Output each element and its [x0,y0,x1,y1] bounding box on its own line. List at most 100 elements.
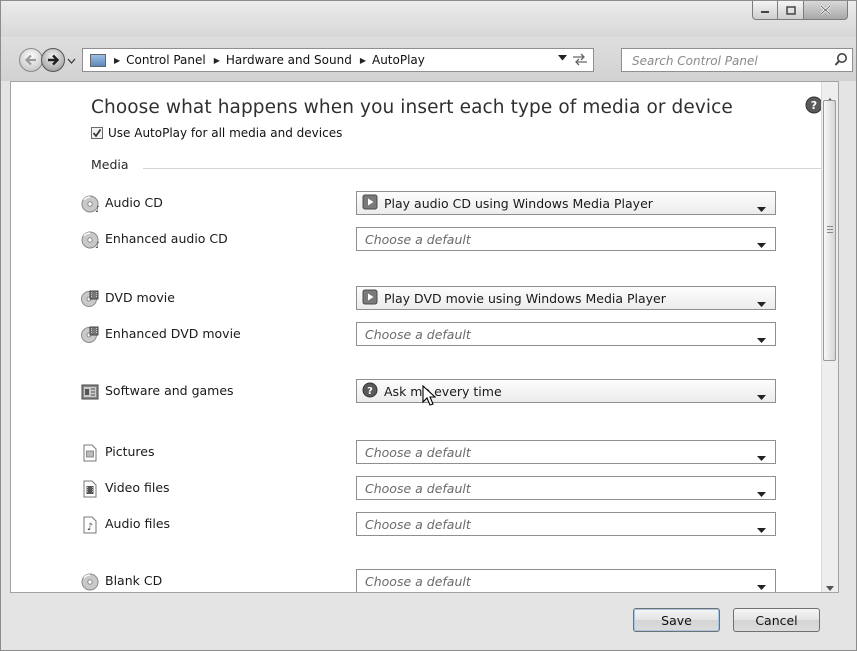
mouse-cursor-icon [422,384,437,411]
action-dropdown[interactable]: Choose a default [356,227,776,251]
back-button[interactable] [19,48,43,72]
search-box[interactable] [621,48,853,72]
dropdown-value: Play audio CD using Windows Media Player [384,195,653,211]
close-button[interactable] [804,1,848,20]
address-bar[interactable]: ▶ Control Panel ▶ Hardware and Sound ▶ A… [82,48,594,72]
media-row-enhanced-dvd-movie: Enhanced DVD movie Choose a default [81,322,781,346]
close-icon [820,5,831,15]
caption-buttons [752,1,848,22]
use-autoplay-checkbox[interactable] [91,127,103,139]
action-dropdown[interactable]: Choose a default [356,569,776,592]
main-content: Choose what happens when you insert each… [10,81,839,593]
question-icon: ? [362,382,378,401]
media-row-blank-cd: Blank CD Choose a default [81,569,781,592]
action-dropdown[interactable]: Choose a default [356,512,776,536]
svg-text:?: ? [811,99,817,112]
action-dropdown[interactable]: Choose a default [356,322,776,346]
refresh-icon [573,53,587,66]
chevron-down-icon [757,522,766,537]
breadcrumb-autoplay[interactable]: AutoPlay [372,53,425,67]
enhanced-audio-cd-icon: ♪ [81,231,101,253]
back-arrow-icon [24,54,36,66]
breadcrumb-hardware-and-sound[interactable]: Hardware and Sound [226,53,352,67]
blank-cd-icon [81,573,99,592]
chevron-down-icon [757,237,766,252]
grip-icon [827,226,833,233]
media-label: Pictures [105,444,155,459]
search-input[interactable] [630,50,824,72]
video-files-icon [81,480,99,502]
svg-text:♪: ♪ [95,241,99,249]
enhanced-dvd-movie-icon [81,326,99,348]
action-dropdown[interactable]: Play DVD movie using Windows Media Playe… [356,286,776,310]
media-row-audio-cd: ♪ Audio CD Play audio CD using Windows M… [81,191,781,215]
breadcrumb-separator-icon: ▶ [359,55,366,65]
chevron-down-icon [757,389,766,404]
dvd-movie-icon [81,290,99,312]
media-row-dvd-movie: DVD movie Play DVD movie using Windows M… [81,286,781,310]
checkmark-icon [92,129,102,138]
media-label: Audio CD [105,195,163,210]
svg-text:?: ? [367,386,373,397]
refresh-button[interactable] [571,51,589,71]
recent-pages-dropdown[interactable] [67,57,76,67]
save-button[interactable]: Save [633,608,720,632]
media-label: Software and games [105,383,234,398]
chevron-down-icon [757,450,766,465]
scroll-thumb[interactable] [823,100,836,361]
address-dropdown-button[interactable] [558,54,567,64]
footer-bar: Save Cancel [1,593,856,650]
audio-cd-icon: ♪ [81,195,101,217]
dropdown-value: Choose a default [365,516,471,532]
pictures-icon [81,444,99,466]
media-label: Audio files [105,516,171,531]
dropdown-value: Play DVD movie using Windows Media Playe… [384,290,666,306]
media-label: Blank CD [105,573,163,588]
dropdown-value: Choose a default [365,231,471,247]
action-dropdown[interactable]: Choose a default [356,476,776,500]
chevron-down-icon [757,486,766,501]
forward-arrow-icon [48,54,60,66]
chevron-down-icon [757,201,766,216]
cancel-button[interactable]: Cancel [733,608,820,632]
chevron-down-icon [757,332,766,347]
dropdown-value: Choose a default [365,573,471,589]
media-row-pictures: Pictures Choose a default [81,440,781,464]
media-section-label: Media [91,157,129,172]
dropdown-value: Choose a default [365,480,471,496]
search-icon[interactable] [834,52,848,71]
breadcrumb-control-panel[interactable]: Control Panel [126,53,206,67]
scroll-down-icon[interactable] [826,576,834,592]
control-panel-icon [90,53,106,67]
dropdown-arrow-icon [558,55,567,61]
action-dropdown[interactable]: Choose a default [356,440,776,464]
minimize-button[interactable] [752,1,778,20]
forward-button[interactable] [41,48,65,72]
dropdown-value: Choose a default [365,326,471,342]
minimize-icon [761,11,769,13]
media-label: Video files [105,480,170,495]
navigation-bar: ▶ Control Panel ▶ Hardware and Sound ▶ A… [1,37,856,81]
maximize-button[interactable] [778,1,804,20]
dropdown-value: Choose a default [365,444,471,460]
svg-text:♪: ♪ [95,205,99,213]
section-divider [143,168,825,169]
action-dropdown[interactable]: ? Ask me every time [356,379,776,403]
action-dropdown[interactable]: Play audio CD using Windows Media Player [356,191,776,215]
media-label: Enhanced audio CD [105,231,228,246]
media-row-enhanced-audio-cd: ♪ Enhanced audio CD Choose a default [81,227,781,251]
use-autoplay-row[interactable]: Use AutoPlay for all media and devices [91,126,342,140]
media-player-icon [362,194,378,213]
maximize-icon [785,5,796,15]
chevron-down-icon [757,296,766,311]
page-title: Choose what happens when you insert each… [91,97,733,118]
chevron-down-icon [67,58,76,64]
breadcrumb-separator-icon: ▶ [213,55,220,65]
media-player-icon [362,289,378,308]
vertical-scrollbar[interactable] [821,82,838,592]
software-games-icon [81,383,99,405]
breadcrumb-separator-icon: ▶ [114,55,121,65]
audio-files-icon: ♪ [81,516,99,538]
title-bar [1,1,856,37]
media-row-audio-files: ♪ Audio files Choose a default [81,512,781,536]
